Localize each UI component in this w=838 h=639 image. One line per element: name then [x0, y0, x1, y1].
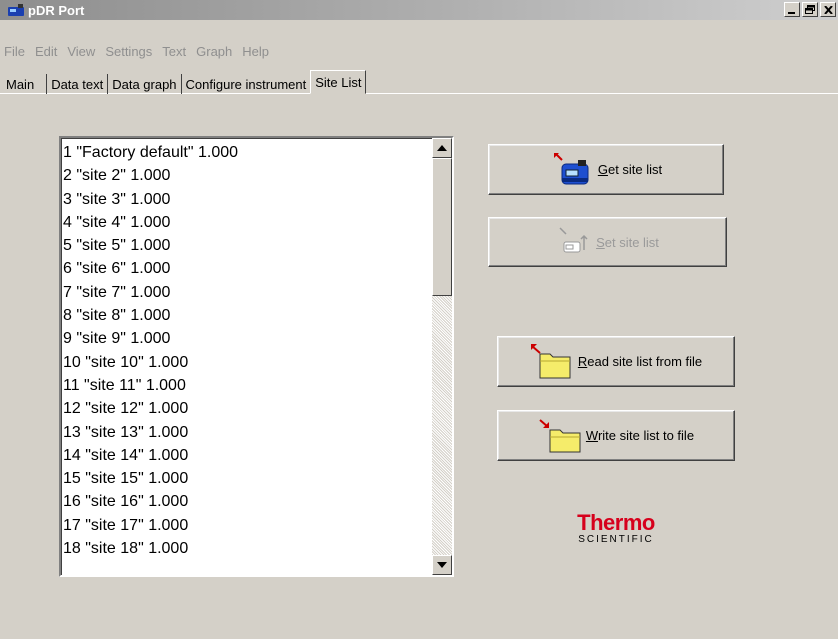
list-item[interactable]: 18 "site 18" 1.000 [63, 537, 238, 560]
read-site-list-label: Read site list from file [577, 354, 703, 369]
get-site-list-label: Get site list [597, 162, 663, 177]
site-list: 1 "Factory default" 1.000 2 "site 2" 1.00… [63, 141, 238, 560]
list-item[interactable]: 16 "site 16" 1.000 [63, 490, 238, 513]
list-item[interactable]: 13 "site 13" 1.000 [63, 421, 238, 444]
read-site-list-button[interactable]: Read site list from file [497, 336, 735, 387]
list-item[interactable]: 1 "Factory default" 1.000 [63, 141, 238, 164]
list-item[interactable]: 3 "site 3" 1.000 [63, 188, 238, 211]
list-item[interactable]: 8 "site 8" 1.000 [63, 304, 238, 327]
tab-data-text[interactable]: Data text [47, 74, 109, 94]
logo-sub-text: SCIENTIFIC [578, 534, 654, 545]
menu-view[interactable]: View [63, 44, 101, 59]
tab-main[interactable]: Main [4, 74, 48, 94]
restore-button[interactable] [802, 2, 818, 17]
tab-site-list[interactable]: Site List [310, 70, 367, 94]
app-icon [6, 2, 26, 18]
instrument-download-icon [550, 152, 594, 188]
tab-strip: Main Data text Data graph Configure inst… [4, 70, 367, 94]
vertical-scrollbar[interactable] [432, 138, 452, 575]
list-item[interactable]: 14 "site 14" 1.000 [63, 444, 238, 467]
arrow-up-icon [437, 145, 447, 151]
save-folder-icon [538, 418, 582, 454]
list-item[interactable]: 5 "site 5" 1.000 [63, 234, 238, 257]
title-bar: pDR Port [0, 0, 838, 20]
menu-edit[interactable]: Edit [31, 44, 63, 59]
list-item[interactable]: 2 "site 2" 1.000 [63, 164, 238, 187]
write-site-list-button[interactable]: Write site list to file [497, 410, 735, 461]
menu-file[interactable]: File [0, 44, 31, 59]
open-folder-icon [530, 343, 574, 380]
list-item[interactable]: 12 "site 12" 1.000 [63, 397, 238, 420]
scroll-thumb[interactable] [432, 158, 452, 296]
arrow-down-icon [437, 562, 447, 568]
list-item[interactable]: 17 "site 17" 1.000 [63, 514, 238, 537]
menu-graph[interactable]: Graph [192, 44, 238, 59]
window-title: pDR Port [28, 2, 85, 18]
menu-bar: File Edit View Settings Text Graph Help [0, 40, 275, 62]
scroll-up-button[interactable] [432, 138, 452, 158]
scroll-down-button[interactable] [432, 555, 452, 575]
menu-help[interactable]: Help [238, 44, 275, 59]
list-item[interactable]: 6 "site 6" 1.000 [63, 257, 238, 280]
site-list-box[interactable]: 1 "Factory default" 1.000 2 "site 2" 1.00… [59, 136, 454, 577]
menu-text[interactable]: Text [158, 44, 192, 59]
menu-settings[interactable]: Settings [101, 44, 158, 59]
close-button[interactable] [820, 2, 836, 17]
list-item[interactable]: 9 "site 9" 1.000 [63, 327, 238, 350]
minimize-button[interactable] [784, 2, 800, 17]
list-item[interactable]: 7 "site 7" 1.000 [63, 281, 238, 304]
set-site-list-label: Set site list [596, 234, 659, 250]
list-item[interactable]: 15 "site 15" 1.000 [63, 467, 238, 490]
set-site-list-button[interactable]: Set site list [488, 217, 727, 267]
thermo-scientific-logo: Thermo SCIENTIFIC [566, 512, 666, 546]
list-item[interactable]: 11 "site 11" 1.000 [63, 374, 238, 397]
list-item[interactable]: 4 "site 4" 1.000 [63, 211, 238, 234]
instrument-upload-icon [556, 224, 592, 260]
list-item[interactable]: 10 "site 10" 1.000 [63, 351, 238, 374]
tab-data-graph[interactable]: Data graph [108, 74, 182, 94]
get-site-list-button[interactable]: Get site list [488, 144, 724, 195]
write-site-list-label: Write site list to file [585, 428, 695, 443]
tab-configure-instrument[interactable]: Configure instrument [182, 74, 311, 94]
logo-main-text: Thermo [577, 510, 655, 535]
